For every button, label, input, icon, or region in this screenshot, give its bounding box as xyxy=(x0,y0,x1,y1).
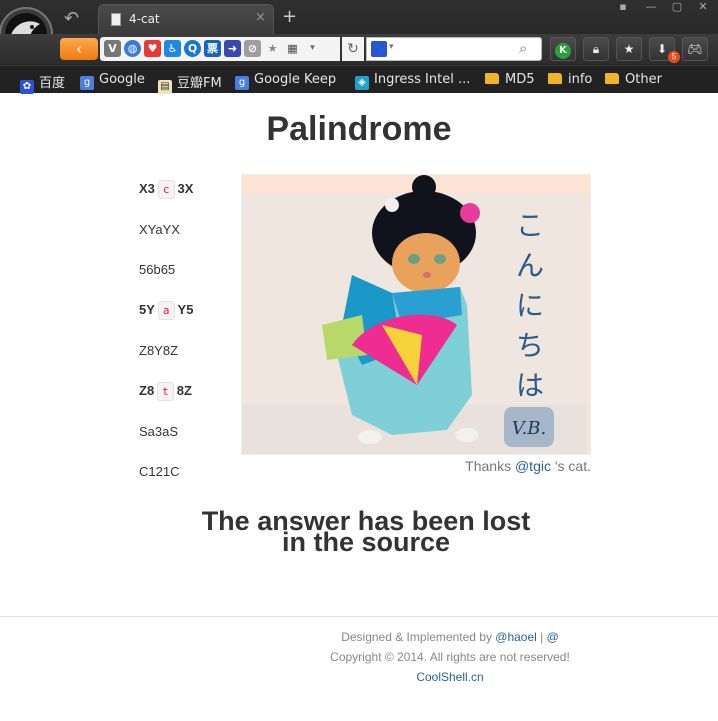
folder-icon xyxy=(548,73,562,84)
answer-line-2: in the source xyxy=(281,527,451,557)
close-tab-icon[interactable]: × xyxy=(255,10,266,25)
extension-toolbar: V ◍ ♥ ♿ Q 票 ➜ ⊘ ★ ▦ ▾ xyxy=(100,37,340,61)
at-link[interactable]: @ xyxy=(547,630,559,644)
folder-icon xyxy=(605,73,619,84)
designer-link[interactable]: @haoel xyxy=(495,630,537,644)
bookmark-doubanfm[interactable]: ▤ 豆瓣FM xyxy=(158,72,222,94)
search-engine-icon[interactable]: 🐾 xyxy=(371,41,387,57)
palindrome-item: X3 c 3X xyxy=(139,180,193,202)
bookmark-folder-info[interactable]: info xyxy=(548,72,592,90)
bookmark-ingress[interactable]: ◈ Ingress Intel ... xyxy=(355,72,470,90)
site-link[interactable]: CoolShell.cn xyxy=(416,670,483,684)
close-window-button[interactable]: ✕ xyxy=(692,0,714,16)
globe-icon[interactable]: ◍ xyxy=(124,40,141,57)
maximize-button[interactable]: ▢ xyxy=(666,0,688,16)
image-caption: Thanks @tgic 's cat. xyxy=(465,458,591,474)
download-count-badge: 5 xyxy=(668,51,680,63)
ingress-icon: ◈ xyxy=(355,76,369,90)
bookmark-google[interactable]: g Google xyxy=(80,72,145,90)
qrcode-icon[interactable]: ▦ xyxy=(284,40,301,57)
bookmark-folder-md5[interactable]: MD5 xyxy=(485,72,535,90)
svg-text:ん: ん xyxy=(516,249,544,282)
forward-icon[interactable]: ➜ xyxy=(224,40,241,57)
bookmark-folder-other[interactable]: Other xyxy=(605,72,662,90)
browser-tab[interactable]: 4-cat × xyxy=(98,4,274,34)
dropdown-icon[interactable]: ▾ xyxy=(304,40,321,57)
svg-text:に: に xyxy=(516,289,544,322)
svg-text:ち: ち xyxy=(516,329,544,362)
code-highlight: c xyxy=(157,180,175,199)
history-back-icon[interactable]: ↶ xyxy=(64,8,88,29)
back-button[interactable]: ‹ xyxy=(60,38,98,60)
paw-icon: ✿ xyxy=(20,80,34,94)
tgic-link[interactable]: @tgic xyxy=(515,458,551,474)
palindrome-item: XYaYX xyxy=(139,222,180,237)
palindrome-item: Z8 t 8Z xyxy=(139,382,192,404)
footer-copyright: Copyright © 2014. All rights are not res… xyxy=(330,650,570,664)
svg-text:こ: こ xyxy=(516,209,544,242)
reload-icon[interactable]: ↻ xyxy=(342,37,364,61)
footer-credits: Designed & Implemented by @haoel | @ xyxy=(341,630,559,644)
ticket-icon[interactable]: 票 xyxy=(204,40,221,57)
google-icon: g xyxy=(80,76,94,90)
footer-divider xyxy=(0,616,718,617)
palindrome-item: C121C xyxy=(139,464,180,479)
palindrome-item: Sa3aS xyxy=(139,424,179,439)
heart-icon[interactable]: ♥ xyxy=(144,40,161,57)
tab-title: 4-cat xyxy=(129,12,160,26)
accessibility-icon[interactable]: ♿ xyxy=(164,40,181,57)
code-highlight: t xyxy=(157,382,174,401)
folder-icon xyxy=(485,73,499,84)
search-icon[interactable]: ⌕ xyxy=(519,39,527,57)
palindrome-item: 56b65 xyxy=(139,262,176,277)
geisha-cat-image: こ ん に ち は V.B. xyxy=(241,174,591,455)
browser-chrome: ↶ 4-cat × + ▪ — ▢ ✕ ‹ V ◍ ♥ ♿ Q 票 ➜ ⊘ ★ … xyxy=(0,0,718,94)
bookmarks-bar: ✿ 百度 g Google ▤ 豆瓣FM g Google Keep ◈ Ingress … xyxy=(0,65,718,94)
code-highlight: a xyxy=(157,301,175,320)
doubanfm-icon: ▤ xyxy=(158,80,172,94)
palindrome-item: Z8Y8Z xyxy=(139,343,179,358)
gamepad-icon[interactable]: 🎮︎ xyxy=(682,37,708,61)
svg-text:V.B.: V.B. xyxy=(512,418,547,439)
palindrome-item: 5Y a Y5 xyxy=(139,301,193,323)
new-tab-button[interactable]: + xyxy=(282,6,297,27)
footer-site: CoolShell.cn xyxy=(0,670,718,684)
star-icon[interactable]: ★ xyxy=(616,37,642,61)
google-icon: g xyxy=(235,76,249,90)
minimize-button[interactable]: — xyxy=(640,0,662,16)
lock-icon[interactable]: 🔒︎ xyxy=(583,37,609,61)
skin-icon[interactable]: ▪ xyxy=(612,0,634,16)
answer-heading: The answer has been lost in the source xyxy=(0,508,718,557)
cat-illustration: こ ん に ち は V.B. xyxy=(242,175,590,454)
page-title: Palindrome xyxy=(266,110,452,148)
page-icon xyxy=(111,13,121,26)
svg-text:は: は xyxy=(516,369,544,402)
reader-icon[interactable]: V xyxy=(104,40,121,57)
chevron-down-icon[interactable]: ▾ xyxy=(389,41,394,52)
bookmark-star-icon[interactable]: ★ xyxy=(264,40,281,57)
k-extension-button[interactable]: K xyxy=(550,37,576,61)
block-icon[interactable]: ⊘ xyxy=(244,40,261,57)
bookmark-google-keep[interactable]: g Google Keep xyxy=(235,72,336,90)
qq-icon[interactable]: Q xyxy=(184,40,201,57)
address-bar[interactable]: 🐾 ▾ ⌕ xyxy=(366,37,542,61)
bookmark-baidu[interactable]: ✿ 百度 xyxy=(20,72,65,94)
